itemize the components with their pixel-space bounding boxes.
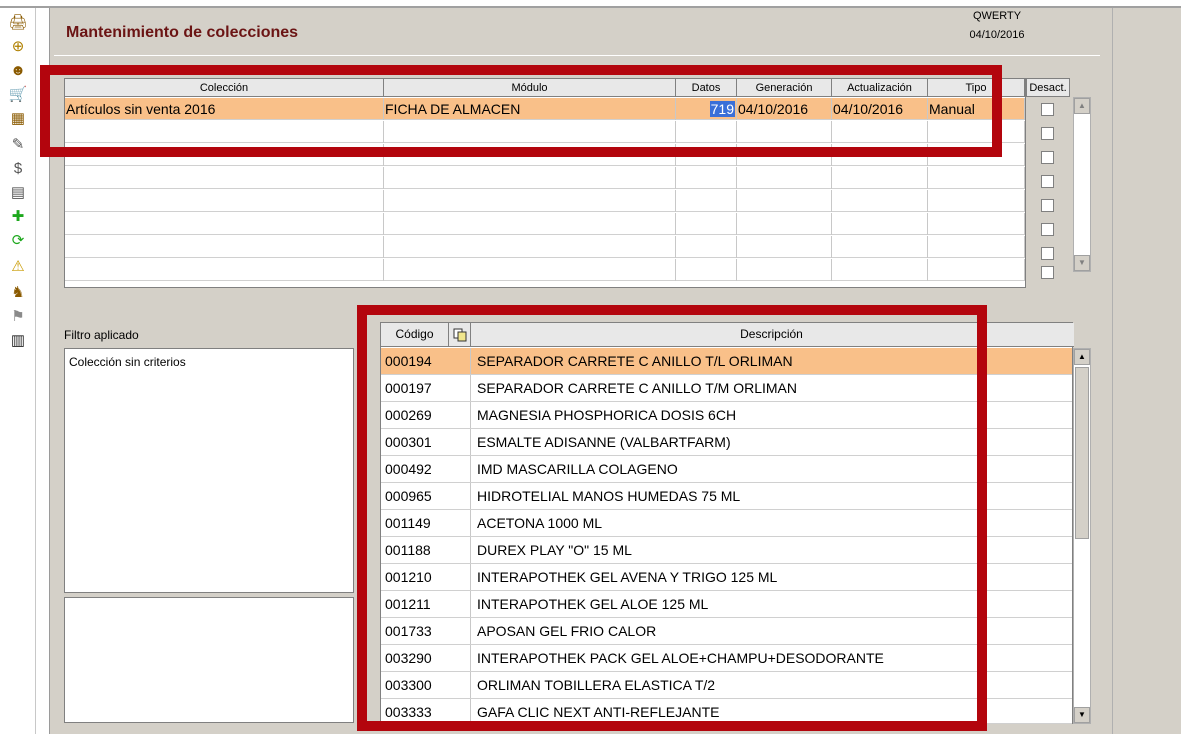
table-row[interactable]: 001210 INTERAPOTHEK GEL AVENA Y TRIGO 125…: [381, 564, 1072, 591]
cell-datos[interactable]: 719: [676, 98, 737, 120]
cell-actualizacion: 04/10/2016: [832, 98, 928, 120]
scroll-thumb[interactable]: [1075, 367, 1089, 539]
desact-checkbox[interactable]: [1041, 199, 1054, 212]
ledger-icon[interactable]: ▤: [8, 182, 28, 202]
header-date: 04/10/2016: [969, 29, 1025, 41]
desact-checkbox[interactable]: [1041, 103, 1054, 116]
table-row[interactable]: [65, 121, 1025, 143]
col-header-datos[interactable]: Datos: [676, 79, 737, 97]
table-row[interactable]: Artículos sin venta 2016 FICHA DE ALMACE…: [65, 98, 1025, 120]
col-header-codigo[interactable]: Código: [381, 323, 449, 346]
items-header: Código Descripción: [381, 323, 1074, 347]
filter-box: Colección sin criterios: [64, 348, 354, 593]
table-row[interactable]: 000194 SEPARADOR CARRETE C ANILLO T/L ORL…: [381, 348, 1072, 375]
table-row[interactable]: 003290 INTERAPOTHEK PACK GEL ALOE+CHAMPU+…: [381, 645, 1072, 672]
table-row[interactable]: 000965 HIDROTELIAL MANOS HUMEDAS 75 ML: [381, 483, 1072, 510]
header: Mantenimiento de colecciones QWERTY 04/1…: [54, 10, 1100, 56]
col-header-descripcion[interactable]: Descripción: [471, 323, 1072, 346]
table-row[interactable]: 003333 GAFA CLIC NEXT ANTI-REFLEJANTE: [381, 699, 1072, 725]
collections-header: Colección Módulo Datos Generación Actual…: [65, 79, 1025, 97]
table-row[interactable]: [65, 213, 1025, 235]
table-row[interactable]: [65, 144, 1025, 166]
copy-icon[interactable]: [449, 323, 471, 346]
datos-value: 719: [709, 101, 735, 117]
scroll-down-icon[interactable]: ▼: [1074, 707, 1090, 723]
desact-checkbox[interactable]: [1041, 247, 1054, 260]
customer-icon[interactable]: ☻: [8, 60, 28, 80]
table-row[interactable]: [65, 167, 1025, 189]
cell-tipo: Manual: [928, 98, 1025, 120]
desact-checkbox[interactable]: [1041, 223, 1054, 236]
right-panel: [1112, 8, 1181, 734]
coins-icon[interactable]: $: [8, 158, 28, 178]
cell-coleccion: Artículos sin venta 2016: [65, 98, 384, 120]
user-name: QWERTY: [972, 10, 1022, 22]
left-toolbar: 🖨 ⊕ ☻ 🛒 ▦ ✎ $ ▤ ✚ ⟳ ⚠ ♞ ⚑ ▥: [0, 8, 36, 734]
table-row[interactable]: [65, 236, 1025, 258]
desact-checkbox[interactable]: [1041, 151, 1054, 164]
items-grid: Código Descripción 000194 SEPARADOR CARRE…: [380, 322, 1074, 725]
filter-text: Colección sin criterios: [69, 355, 186, 369]
col-header-tipo[interactable]: Tipo: [928, 79, 1025, 97]
table-row[interactable]: 001188 DUREX PLAY "O" 15 ML: [381, 537, 1072, 564]
user-icon[interactable]: ♞: [8, 282, 28, 302]
cell-modulo: FICHA DE ALMACEN: [384, 98, 676, 120]
table-row[interactable]: 001733 APOSAN GEL FRIO CALOR: [381, 618, 1072, 645]
table-row[interactable]: 000269 MAGNESIA PHOSPHORICA DOSIS 6CH: [381, 402, 1072, 429]
col-header-desact[interactable]: Desact.: [1026, 78, 1070, 97]
collections-scrollbar[interactable]: ▲ ▼: [1073, 97, 1091, 272]
desact-checkbox[interactable]: [1041, 266, 1054, 279]
stock-icon[interactable]: ▦: [8, 108, 28, 128]
table-row[interactable]: [65, 259, 1025, 281]
table-row[interactable]: 001149 ACETONA 1000 ML: [381, 510, 1072, 537]
refresh-icon[interactable]: ⟳: [8, 230, 28, 250]
table-row[interactable]: 000492 IMD MASCARILLA COLAGENO: [381, 456, 1072, 483]
collections-grid: Colección Módulo Datos Generación Actual…: [64, 78, 1026, 288]
scroll-down-icon[interactable]: ▼: [1074, 255, 1090, 271]
table-row[interactable]: 000301 ESMALTE ADISANNE (VALBARTFARM): [381, 429, 1072, 456]
table-row[interactable]: 003300 ORLIMAN TOBILLERA ELASTICA T/2: [381, 672, 1072, 699]
table-row[interactable]: [65, 190, 1025, 212]
col-header-modulo[interactable]: Módulo: [384, 79, 676, 97]
col-header-actualizacion[interactable]: Actualización: [832, 79, 928, 97]
group-icon[interactable]: ⚑: [8, 306, 28, 326]
scroll-up-icon[interactable]: ▲: [1074, 98, 1090, 114]
col-header-coleccion[interactable]: Colección: [65, 79, 384, 97]
desact-checkbox[interactable]: [1041, 175, 1054, 188]
items-scrollbar[interactable]: ▲ ▼: [1073, 348, 1091, 724]
cart-icon[interactable]: 🛒: [8, 84, 28, 104]
page-title: Mantenimiento de colecciones: [66, 24, 299, 41]
table-row[interactable]: 001211 INTERAPOTHEK GEL ALOE 125 ML: [381, 591, 1072, 618]
scroll-up-icon[interactable]: ▲: [1074, 349, 1090, 365]
edit-icon[interactable]: ✎: [8, 134, 28, 154]
barcode-icon[interactable]: ▥: [8, 330, 28, 350]
table-row[interactable]: 000197 SEPARADOR CARRETE C ANILLO T/M ORL…: [381, 375, 1072, 402]
add-icon[interactable]: ✚: [8, 206, 28, 226]
printer-icon[interactable]: 🖨: [8, 12, 28, 32]
dispatch-icon[interactable]: ⊕: [8, 36, 28, 56]
col-header-generacion[interactable]: Generación: [737, 79, 832, 97]
warning-icon[interactable]: ⚠: [8, 256, 28, 276]
cell-generacion: 04/10/2016: [737, 98, 832, 120]
filter-label: Filtro aplicado: [64, 328, 139, 342]
filter-notes-box[interactable]: [64, 597, 354, 723]
desact-checkbox[interactable]: [1041, 127, 1054, 140]
